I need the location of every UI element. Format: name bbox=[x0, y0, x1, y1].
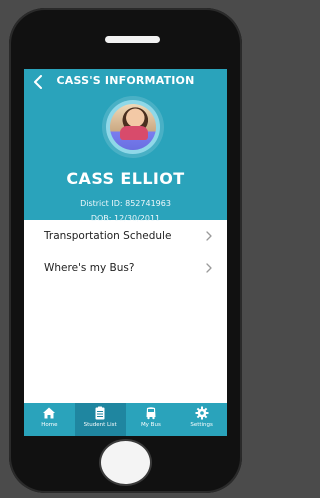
phone-speaker bbox=[105, 36, 160, 43]
menu-item-transportation-schedule[interactable]: Transportation Schedule bbox=[24, 220, 227, 252]
tab-student-list[interactable]: Student List bbox=[74, 403, 126, 436]
chevron-right-icon bbox=[206, 263, 212, 273]
bus-icon bbox=[146, 407, 156, 420]
page-title: CASS'S INFORMATION bbox=[56, 74, 195, 87]
student-menu: Transportation Schedule Where's my Bus? bbox=[24, 220, 227, 284]
student-header-panel: CASS'S INFORMATION CASS ELLIOT District … bbox=[24, 69, 227, 223]
bottom-tab-bar: Home Student List My Bus Settings bbox=[24, 403, 227, 436]
gear-icon bbox=[195, 406, 209, 420]
tab-settings[interactable]: Settings bbox=[176, 403, 227, 436]
tab-label: Student List bbox=[83, 422, 117, 428]
avatar bbox=[110, 104, 156, 150]
menu-item-where-is-my-bus[interactable]: Where's my Bus? bbox=[24, 252, 227, 284]
tab-home[interactable]: Home bbox=[24, 403, 75, 436]
top-bar: CASS'S INFORMATION bbox=[24, 69, 227, 95]
chevron-right-icon bbox=[206, 231, 212, 241]
tab-my-bus[interactable]: My Bus bbox=[126, 403, 177, 436]
district-id: District ID: 852741963 bbox=[80, 199, 171, 208]
app-screen: CASS'S INFORMATION CASS ELLIOT District … bbox=[24, 69, 227, 436]
student-name: CASS ELLIOT bbox=[66, 169, 185, 188]
clipboard-icon bbox=[95, 406, 105, 420]
menu-item-label: Transportation Schedule bbox=[44, 230, 172, 242]
tab-label: Home bbox=[41, 422, 58, 428]
phone-home-button[interactable] bbox=[99, 439, 152, 486]
tab-label: My Bus bbox=[140, 422, 161, 428]
home-icon bbox=[43, 407, 56, 419]
tab-label: Settings bbox=[190, 422, 213, 428]
avatar-ring bbox=[106, 100, 160, 154]
menu-item-label: Where's my Bus? bbox=[44, 262, 135, 274]
